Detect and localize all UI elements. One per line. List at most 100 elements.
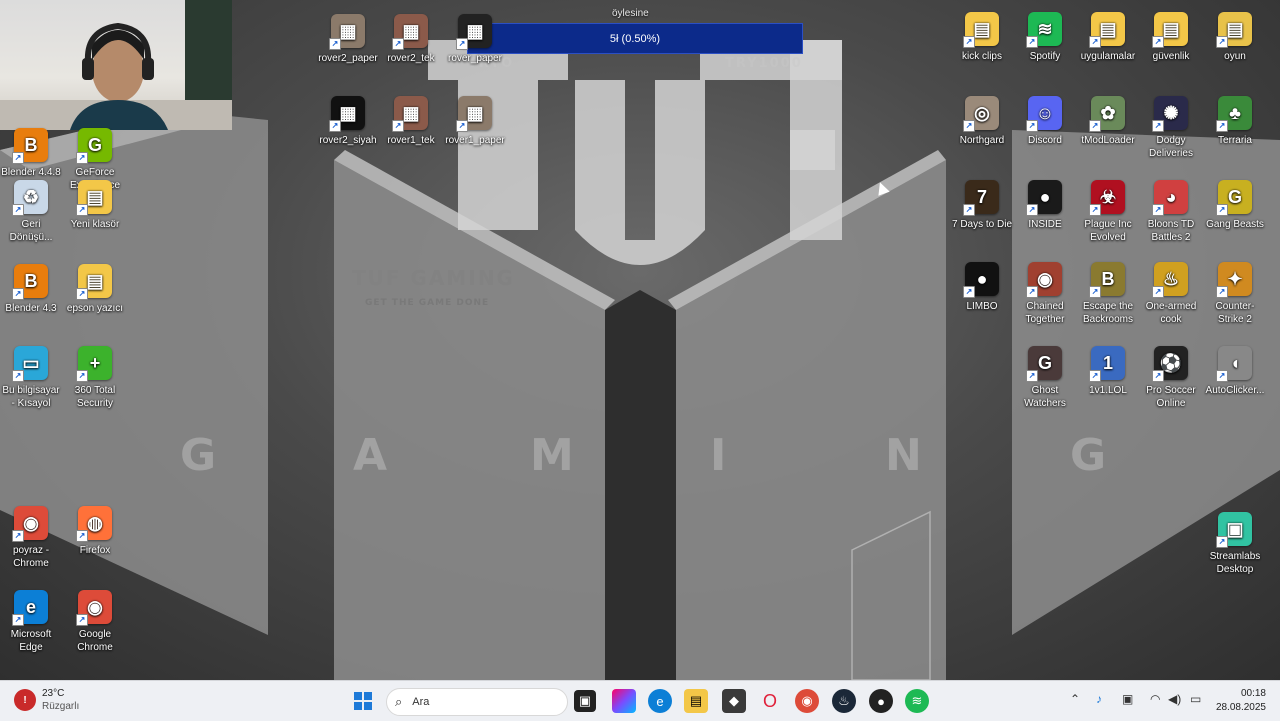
desktop-icon-gang-beasts[interactable]: G ↗ Gang Beasts (1204, 180, 1266, 231)
desktop-icon-label: Bu bilgisayar - Kısayol (2, 385, 60, 409)
taskbar-search[interactable]: ⌕ Ara (386, 688, 568, 716)
shortcut-arrow-icon: ↗ (1152, 204, 1164, 216)
taskbar-chrome[interactable]: ◉ (795, 689, 819, 713)
google-chrome-icon: ◉ ↗ (76, 590, 112, 626)
desktop-icon-spotify[interactable]: ≋ ↗ Spotify (1014, 12, 1076, 63)
shortcut-arrow-icon: ↗ (76, 530, 88, 542)
shortcut-arrow-icon: ↗ (1216, 36, 1228, 48)
battery-icon[interactable]: ▭ (1190, 692, 1201, 706)
desktop-icon-rover1-paper[interactable]: ▦ ↗ rover1_paper (444, 96, 506, 147)
volume-icon[interactable]: ◀) (1168, 692, 1181, 706)
tray-overflow-chevron-icon[interactable]: ⌃ (1070, 692, 1080, 706)
desktop-icon-streamlabs[interactable]: ▣ ↗ Streamlabs Desktop (1204, 512, 1266, 576)
desktop-icon-rover2-tek[interactable]: ▦ ↗ rover2_tek (380, 14, 442, 65)
desktop-icon-rover2-siyah[interactable]: ▦ ↗ rover2_siyah (317, 96, 379, 147)
desktop-icon-chained-together[interactable]: ◉ ↗ Chained Together (1014, 262, 1076, 326)
desktop-icon-counter-strike-2[interactable]: ✦ ↗ Counter-Strike 2 (1204, 262, 1266, 326)
shortcut-arrow-icon: ↗ (1152, 286, 1164, 298)
desktop-icon-360-total-security[interactable]: + ↗ 360 Total Security (64, 346, 126, 410)
blender-448-icon: B ↗ (12, 128, 48, 164)
desktop-icon-bloons-td[interactable]: ◕ ↗ Bloons TD Battles 2 (1140, 180, 1202, 244)
wallpaper-letter-a: A (353, 430, 390, 481)
desktop-icon-ghost-watchers[interactable]: G ↗ Ghost Watchers (1014, 346, 1076, 410)
desktop-icon-oyun[interactable]: ▤ ↗ oyun (1204, 12, 1266, 63)
desktop-icon-this-pc[interactable]: ▭ ↗ Bu bilgisayar - Kısayol (0, 346, 62, 410)
desktop-icon-label: güvenlik (1152, 51, 1190, 62)
desktop-icon-limbo[interactable]: ● ↗ LIMBO (951, 262, 1013, 313)
desktop-icon-northgard[interactable]: ◎ ↗ Northgard (951, 96, 1013, 147)
7-days-to-die-icon: 7 ↗ (963, 180, 999, 216)
desktop-icon-kick-clips[interactable]: ▤ ↗ kick clips (951, 12, 1013, 63)
desktop-icon-recycle-bin[interactable]: ♻ ↗ Geri Dönüşü... (0, 180, 62, 244)
desktop-icon-epson-yazici[interactable]: ▤ ↗ epson yazıcı (64, 264, 126, 315)
desktop-icon-rover1-tek[interactable]: ▦ ↗ rover1_tek (380, 96, 442, 147)
shield-icon: ◆ (729, 693, 739, 708)
search-icon: ⌕ (395, 694, 403, 709)
shortcut-arrow-icon: ↗ (392, 38, 404, 50)
desktop-icon-autoclicker[interactable]: ◖ ↗ AutoClicker... (1204, 346, 1266, 397)
desktop-icon-rover2-paper[interactable]: ▦ ↗ rover2_paper (317, 14, 379, 65)
desktop-icon-1v1-lol[interactable]: 1 ↗ 1v1.LOL (1077, 346, 1139, 397)
tray-app-icon[interactable]: ▣ (1122, 692, 1133, 706)
desktop-icon-one-armed-cook[interactable]: ♨ ↗ One-armed cook (1140, 262, 1202, 326)
desktop-icon-discord[interactable]: ☺ ↗ Discord (1014, 96, 1076, 147)
desktop-icon-label: Geri Dönüşü... (9, 219, 53, 243)
shortcut-arrow-icon: ↗ (1089, 286, 1101, 298)
clock-date: 28.08.2025 (1215, 702, 1266, 713)
desktop-icon-7-days-to-die[interactable]: 7 ↗ 7 Days to Die (951, 180, 1013, 231)
desktop-icon-label: Counter-Strike 2 (1215, 301, 1255, 325)
desktop-icon-guvenlik[interactable]: ▤ ↗ güvenlik (1140, 12, 1202, 63)
desktop-icon-blender-448[interactable]: B ↗ Blender 4.4.8 (0, 128, 62, 179)
weather-temperature: 23°C (42, 688, 65, 699)
weather-widget[interactable]: ! 23°C Rüzgarlı (14, 687, 79, 713)
escape-backrooms-icon: B ↗ (1089, 262, 1125, 298)
360-total-security-icon: + ↗ (76, 346, 112, 382)
desktop-icon-label: rover1_tek (387, 135, 435, 146)
shortcut-arrow-icon: ↗ (12, 370, 24, 382)
shortcut-arrow-icon: ↗ (1216, 120, 1228, 132)
task-view-button[interactable]: ▣ (574, 690, 596, 712)
taskbar-app-shield[interactable]: ◆ (722, 689, 746, 713)
blender-43-icon: B ↗ (12, 264, 48, 300)
desktop-icon-dodgy-deliveries[interactable]: ✺ ↗ Dodgy Deliveries (1140, 96, 1202, 160)
desktop-icon-label: Pro Soccer Online (1146, 385, 1196, 409)
shortcut-arrow-icon: ↗ (1152, 120, 1164, 132)
taskbar-file-explorer[interactable]: ▤ (684, 689, 708, 713)
desktop-icon-rover-paper[interactable]: ▦ ↗ rover_paper (444, 14, 506, 65)
desktop-icon-yeni-klasor[interactable]: ▤ ↗ Yeni klasör (64, 180, 126, 231)
taskbar-opera[interactable]: O (758, 689, 782, 713)
desktop-icon-microsoft-edge[interactable]: e ↗ Microsoft Edge (0, 590, 62, 654)
rover2-siyah-icon: ▦ ↗ (329, 96, 365, 132)
clock[interactable]: 00:18 28.08.2025 (1210, 687, 1266, 715)
this-pc-icon: ▭ ↗ (12, 346, 48, 382)
desktop-icon-inside[interactable]: ● ↗ INSIDE (1014, 180, 1076, 231)
edge-icon: e (656, 693, 664, 709)
desktop-icon-label: uygulamalar (1080, 51, 1136, 62)
microphone-icon[interactable]: ♪ (1096, 692, 1102, 706)
taskbar-game-app[interactable]: ● (869, 689, 893, 713)
start-button[interactable] (351, 689, 375, 713)
desktop-icon-firefox[interactable]: ◍ ↗ Firefox (64, 506, 126, 557)
geforce-experience-icon: G ↗ (76, 128, 112, 164)
wallpaper-letter-i: I (710, 430, 729, 481)
taskbar-steam[interactable]: ♨ (832, 689, 856, 713)
desktop-icon-label: AutoClicker... (1205, 385, 1265, 396)
desktop-icon-blender-43[interactable]: B ↗ Blender 4.3 (0, 264, 62, 315)
taskbar-spotify[interactable]: ≋ (905, 689, 929, 713)
desktop-icon-escape-backrooms[interactable]: B ↗ Escape the Backrooms (1077, 262, 1139, 326)
wifi-icon[interactable]: ◠ (1150, 692, 1160, 706)
desktop-icon-tmodloader[interactable]: ✿ ↗ tModLoader (1077, 96, 1139, 147)
desktop-icon-label: Google Chrome (77, 629, 113, 653)
desktop-icon-label: One-armed cook (1145, 301, 1197, 325)
desktop-icon-uygulamalar[interactable]: ▤ ↗ uygulamalar (1077, 12, 1139, 63)
desktop-icon-pro-soccer-online[interactable]: ⚽ ↗ Pro Soccer Online (1140, 346, 1202, 410)
desktop-icon-label: Yeni klasör (70, 219, 120, 230)
desktop-icon-plague-inc[interactable]: ☣ ↗ Plague Inc Evolved (1077, 180, 1139, 244)
desktop-icon-terraria[interactable]: ♣ ↗ Terraria (1204, 96, 1266, 147)
dodgy-deliveries-icon: ✺ ↗ (1152, 96, 1188, 132)
taskbar-edge[interactable]: e (648, 689, 672, 713)
desktop-icon-poyraz-chrome[interactable]: ◉ ↗ poyraz - Chrome (0, 506, 62, 570)
copilot-button[interactable] (612, 689, 636, 713)
desktop-icon-google-chrome[interactable]: ◉ ↗ Google Chrome (64, 590, 126, 654)
shortcut-arrow-icon: ↗ (76, 614, 88, 626)
